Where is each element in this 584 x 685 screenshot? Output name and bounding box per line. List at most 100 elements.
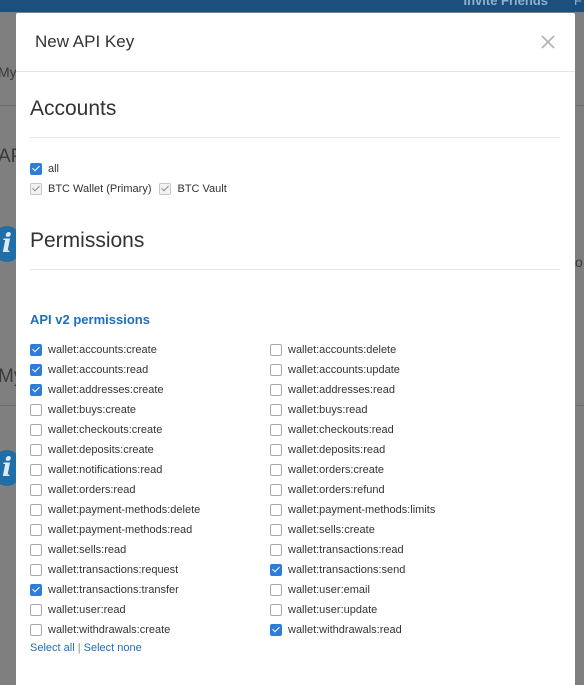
checkbox-label: wallet:checkouts:read bbox=[288, 424, 394, 436]
permission-checkbox[interactable]: wallet:notifications:read bbox=[30, 462, 162, 478]
permission-checkbox[interactable]: wallet:transactions:read bbox=[270, 542, 404, 558]
permission-checkbox[interactable]: wallet:transactions:send bbox=[270, 562, 405, 578]
checkbox-label: wallet:payment-methods:limits bbox=[288, 504, 436, 516]
checkbox-box[interactable] bbox=[270, 484, 282, 496]
permission-checkbox[interactable]: wallet:payment-methods:delete bbox=[30, 502, 200, 518]
checkbox-box[interactable] bbox=[270, 564, 282, 576]
permission-checkbox[interactable]: wallet:sells:read bbox=[30, 542, 126, 558]
checkbox-label: wallet:deposits:create bbox=[48, 444, 154, 456]
permission-checkbox[interactable]: wallet:user:read bbox=[30, 602, 126, 618]
permission-checkbox[interactable]: wallet:checkouts:read bbox=[270, 422, 394, 438]
select-none-link[interactable]: Select none bbox=[84, 642, 142, 654]
select-all-link[interactable]: Select all bbox=[30, 642, 75, 654]
checkbox-box[interactable] bbox=[30, 484, 42, 496]
permission-checkbox[interactable]: wallet:sells:create bbox=[270, 522, 375, 538]
permission-checkbox[interactable]: wallet:orders:read bbox=[30, 482, 135, 498]
checkbox-box[interactable] bbox=[30, 624, 42, 636]
permission-checkbox[interactable]: wallet:payment-methods:read bbox=[30, 522, 192, 538]
permission-checkbox[interactable]: wallet:payment-methods:limits bbox=[270, 502, 435, 518]
checkbox-box[interactable] bbox=[270, 544, 282, 556]
checkbox-label: wallet:orders:create bbox=[288, 464, 384, 476]
checkbox-box[interactable] bbox=[30, 424, 42, 436]
background-fragment: o bbox=[575, 254, 583, 270]
checkbox-label: wallet:payment-methods:read bbox=[48, 524, 193, 536]
permission-checkbox[interactable]: wallet:accounts:update bbox=[270, 362, 400, 378]
permission-checkbox[interactable]: wallet:accounts:create bbox=[30, 342, 157, 358]
checkbox-box[interactable] bbox=[270, 504, 282, 516]
checkbox-box[interactable] bbox=[30, 544, 42, 556]
checkbox-box[interactable] bbox=[30, 524, 42, 536]
permission-checkbox[interactable]: wallet:addresses:read bbox=[270, 382, 395, 398]
checkbox-box[interactable] bbox=[30, 404, 42, 416]
checkbox-box[interactable] bbox=[30, 584, 42, 596]
account-btc-vault-checkbox: BTC Vault bbox=[159, 183, 227, 195]
checkbox-box[interactable] bbox=[30, 444, 42, 456]
permission-checkbox[interactable]: wallet:user:email bbox=[270, 582, 370, 598]
checkbox-label: wallet:user:update bbox=[288, 604, 378, 616]
checkbox-label: wallet:addresses:create bbox=[48, 384, 164, 396]
link-separator: | bbox=[77, 642, 81, 654]
checkbox-label: BTC Wallet (Primary) bbox=[48, 183, 152, 195]
checkbox-label: wallet:transactions:transfer bbox=[48, 584, 179, 596]
accounts-heading: Accounts bbox=[30, 97, 117, 120]
checkbox-box[interactable] bbox=[270, 624, 282, 636]
checkbox-box[interactable] bbox=[30, 604, 42, 616]
checkbox-label: wallet:checkouts:create bbox=[48, 424, 163, 436]
permission-checkbox[interactable]: wallet:user:update bbox=[270, 602, 377, 618]
checkbox-box[interactable] bbox=[270, 444, 282, 456]
checkbox-box[interactable] bbox=[30, 384, 42, 396]
checkbox-box[interactable] bbox=[270, 464, 282, 476]
close-button[interactable] bbox=[537, 31, 559, 53]
checkbox-box[interactable] bbox=[30, 364, 42, 376]
background-topbar: Invite Friends F bbox=[0, 0, 584, 12]
checkbox-label: wallet:accounts:create bbox=[48, 344, 157, 356]
background-divider bbox=[0, 405, 16, 406]
permission-checkbox[interactable]: wallet:deposits:read bbox=[270, 442, 385, 458]
accounts-divider bbox=[30, 137, 560, 138]
checkbox-box[interactable] bbox=[270, 604, 282, 616]
account-all-checkbox[interactable]: all bbox=[30, 161, 59, 177]
account-list: BTC Wallet (Primary) BTC Vault bbox=[30, 181, 235, 197]
invite-friends-link: Invite Friends bbox=[463, 0, 548, 8]
permission-checkbox[interactable]: wallet:checkouts:create bbox=[30, 422, 162, 438]
permissions-heading: Permissions bbox=[30, 229, 145, 252]
checkbox-box[interactable] bbox=[270, 584, 282, 596]
permission-checkbox[interactable]: wallet:accounts:delete bbox=[270, 342, 396, 358]
permission-checkbox[interactable]: wallet:withdrawals:read bbox=[270, 622, 402, 638]
checkbox-label: wallet:sells:read bbox=[48, 544, 127, 556]
permission-checkbox[interactable]: wallet:transactions:request bbox=[30, 562, 178, 578]
checkbox-label: wallet:withdrawals:create bbox=[48, 624, 171, 636]
checkbox-label: wallet:buys:read bbox=[288, 404, 368, 416]
checkbox-box[interactable] bbox=[270, 384, 282, 396]
checkbox-label: wallet:deposits:read bbox=[288, 444, 386, 456]
close-icon bbox=[541, 35, 555, 49]
checkbox-box[interactable] bbox=[30, 464, 42, 476]
checkbox-label: wallet:accounts:delete bbox=[288, 344, 397, 356]
checkbox-box[interactable] bbox=[270, 344, 282, 356]
checkbox-label: wallet:orders:refund bbox=[288, 484, 385, 496]
permission-checkbox[interactable]: wallet:addresses:create bbox=[30, 382, 164, 398]
modal-header: New API Key bbox=[16, 13, 575, 72]
permission-checkbox[interactable]: wallet:buys:read bbox=[270, 402, 368, 418]
checkbox-box[interactable] bbox=[270, 524, 282, 536]
checkbox-box[interactable] bbox=[30, 163, 42, 175]
permission-checkbox[interactable]: wallet:orders:create bbox=[270, 462, 384, 478]
checkbox-box[interactable] bbox=[270, 404, 282, 416]
api-v2-permissions-title: API v2 permissions bbox=[30, 312, 150, 327]
checkbox-label: BTC Vault bbox=[177, 183, 227, 195]
checkbox-box[interactable] bbox=[30, 344, 42, 356]
checkbox-label: wallet:transactions:read bbox=[288, 544, 404, 556]
checkbox-box[interactable] bbox=[30, 504, 42, 516]
permission-checkbox[interactable]: wallet:transactions:transfer bbox=[30, 582, 179, 598]
permission-checkbox[interactable]: wallet:withdrawals:create bbox=[30, 622, 170, 638]
permission-checkbox[interactable]: wallet:accounts:read bbox=[30, 362, 148, 378]
background-divider bbox=[576, 105, 584, 106]
permission-checkbox[interactable]: wallet:orders:refund bbox=[270, 482, 385, 498]
permission-checkbox[interactable]: wallet:buys:create bbox=[30, 402, 136, 418]
checkbox-box[interactable] bbox=[30, 564, 42, 576]
checkbox-box[interactable] bbox=[270, 364, 282, 376]
checkbox-box[interactable] bbox=[270, 424, 282, 436]
permission-checkbox[interactable]: wallet:deposits:create bbox=[30, 442, 154, 458]
account-btc-wallet-checkbox: BTC Wallet (Primary) bbox=[30, 183, 151, 195]
background-fragment: My bbox=[0, 64, 17, 80]
